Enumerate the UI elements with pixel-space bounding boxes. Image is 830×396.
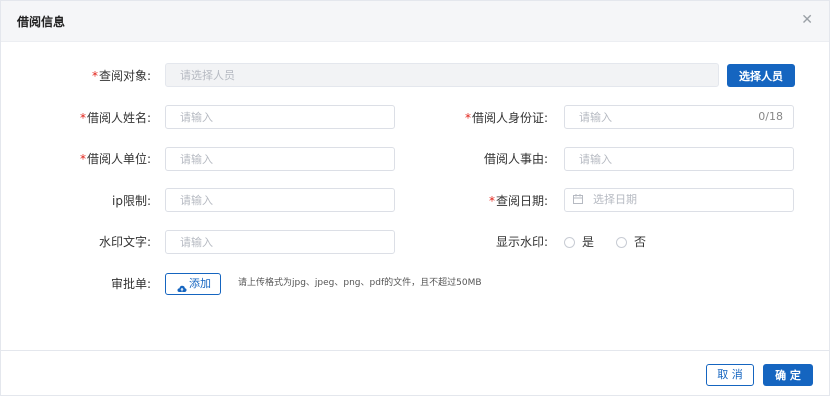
watermark-yes-label[interactable]: 是 bbox=[582, 235, 594, 249]
watermark-text-label: 水印文字: bbox=[98, 235, 151, 249]
approval-label: 审批单: bbox=[110, 277, 151, 291]
watermark-text-field[interactable] bbox=[165, 230, 395, 254]
borrower-id-label: *借阅人身份证: bbox=[464, 111, 548, 125]
watermark-no-label[interactable]: 否 bbox=[634, 235, 646, 249]
calendar-icon bbox=[573, 194, 583, 204]
borrower-unit-label: *借阅人单位: bbox=[79, 152, 151, 166]
watermark-text-input[interactable] bbox=[166, 231, 394, 253]
select-person-button[interactable]: 选择人员 bbox=[727, 64, 795, 87]
upload-hint: 请上传格式为jpg、jpeg、png、pdf的文件，且不超过50MB bbox=[238, 278, 482, 288]
borrower-name-field[interactable] bbox=[165, 105, 395, 129]
add-approval-label: 添加 bbox=[189, 277, 211, 290]
watermark-yes-radio[interactable] bbox=[564, 237, 575, 248]
show-watermark-label: 显示水印: bbox=[495, 235, 548, 249]
borrower-name-input[interactable] bbox=[166, 106, 394, 128]
borrower-reason-input[interactable] bbox=[565, 148, 793, 170]
footer-divider bbox=[1, 350, 829, 351]
query-target-field[interactable] bbox=[165, 63, 719, 87]
confirm-button[interactable]: 确 定 bbox=[763, 364, 813, 386]
dialog-title: 借阅信息 bbox=[17, 15, 66, 29]
query-target-input[interactable] bbox=[166, 64, 718, 86]
query-date-label: *查阅日期: bbox=[488, 194, 548, 208]
borrower-reason-label: 借阅人事由: bbox=[483, 152, 548, 166]
ip-limit-field[interactable] bbox=[165, 188, 395, 212]
borrow-info-dialog: 借阅信息 ✕ *查阅对象: 选择人员 *借阅人姓名: *借阅人身份证: 0/18… bbox=[0, 0, 830, 396]
close-icon[interactable]: ✕ bbox=[801, 12, 813, 28]
query-date-placeholder: 选择日期 bbox=[593, 193, 637, 206]
watermark-no-radio[interactable] bbox=[616, 237, 627, 248]
borrower-unit-field[interactable] bbox=[165, 147, 395, 171]
dialog-header: 借阅信息 ✕ bbox=[1, 1, 829, 42]
cloud-upload-icon bbox=[177, 279, 187, 292]
borrower-name-label: *借阅人姓名: bbox=[79, 111, 151, 125]
query-target-label: *查阅对象: bbox=[91, 69, 151, 83]
ip-limit-input[interactable] bbox=[166, 189, 394, 211]
query-date-picker[interactable]: 选择日期 bbox=[564, 188, 794, 212]
cancel-button[interactable]: 取 消 bbox=[706, 364, 754, 386]
borrower-unit-input[interactable] bbox=[166, 148, 394, 170]
ip-limit-label: ip限制: bbox=[112, 194, 151, 208]
char-counter: 0/18 bbox=[758, 110, 783, 123]
add-approval-button[interactable]: 添加 bbox=[165, 273, 221, 295]
borrower-reason-field[interactable] bbox=[564, 147, 794, 171]
borrower-id-field[interactable]: 0/18 bbox=[564, 105, 794, 129]
